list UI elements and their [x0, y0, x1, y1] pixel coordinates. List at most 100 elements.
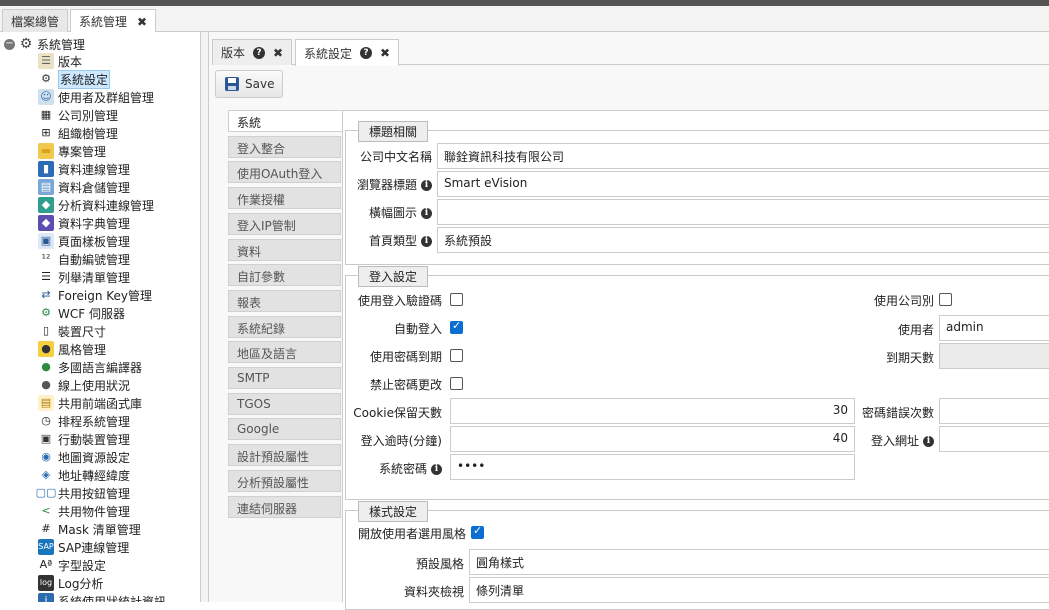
main-panel: 版本 ? ✖ 系統設定 ? ✖ Save 系統登入整合使用OAuth登入 作業授權…: [209, 32, 1049, 610]
auto-login-checkbox[interactable]: [450, 319, 463, 334]
tab-file-explorer[interactable]: 檔案總管: [2, 9, 69, 32]
tree-item[interactable]: ¹² 自動編號管理: [38, 250, 130, 268]
company-name-field[interactable]: 聯銓資訊科技有限公司: [437, 143, 1049, 169]
settings-tab[interactable]: 登入整合: [228, 135, 341, 158]
device-icon: ▯: [42, 324, 50, 337]
tree-item[interactable]: ☰ 列舉清單管理: [38, 268, 130, 286]
pwd-expire-checkbox[interactable]: [450, 349, 463, 362]
tree-item[interactable]: ◷ 排程系統管理: [38, 412, 130, 430]
tree-item[interactable]: ▤ 資料倉儲管理: [38, 178, 130, 196]
user-field[interactable]: admin: [939, 315, 1049, 341]
tree-item[interactable]: ▮ 資料連線管理: [38, 160, 130, 178]
tree-item[interactable]: ▤ 共用前端函式庫: [38, 394, 142, 412]
tab-label: 系統管理: [79, 15, 128, 29]
info-icon[interactable]: i: [421, 180, 432, 191]
tree-item[interactable]: ☺ 使用者及群組管理: [38, 88, 154, 106]
tree-item[interactable]: Aª 字型設定: [38, 556, 106, 574]
tree-item[interactable]: ⇄ Foreign Key管理: [38, 286, 152, 304]
settings-tab[interactable]: 連結伺服器: [228, 495, 341, 518]
settings-tab[interactable]: 地區及語言: [228, 341, 341, 364]
tree-item[interactable]: ◈ 地址轉經緯度: [38, 466, 130, 484]
settings-tab[interactable]: 登入IP管制: [228, 212, 341, 235]
tree-item[interactable]: ▯ 裝置尺寸: [38, 322, 106, 340]
tree-item[interactable]: ◉ 地圖資源設定: [38, 448, 130, 466]
tree-item[interactable]: ◆ 分析資料連線管理: [38, 196, 154, 214]
settings-tab[interactable]: 自訂參數: [228, 264, 341, 287]
tree-item[interactable]: < 共用物件管理: [38, 502, 130, 520]
tree-item[interactable]: ◆ 資料字典管理: [38, 214, 130, 232]
section-legend: 樣式設定: [358, 501, 429, 522]
tree-item-label: Log分析: [58, 576, 104, 591]
settings-tab[interactable]: 設計預設屬性: [228, 444, 341, 467]
title-section: 標題相關 公司中文名稱 聯銓資訊科技有限公司 瀏覽器標題 i Smart eVis…: [345, 121, 1049, 265]
tree-item[interactable]: ⊞ 組織樹管理: [38, 124, 118, 142]
sidebar-scrollbar[interactable]: [201, 32, 209, 602]
tree-item[interactable]: ▣ 頁面樣板管理: [38, 232, 130, 250]
info-icon[interactable]: i: [421, 208, 432, 219]
settings-tab[interactable]: 分析預設屬性: [228, 469, 341, 492]
tree-item[interactable]: ▬ 專案管理: [38, 142, 106, 160]
tree-item[interactable]: ● 線上使用狀況: [38, 376, 130, 394]
tree-item[interactable]: ⚙ 系統設定: [38, 69, 111, 89]
close-icon[interactable]: ✖: [380, 46, 390, 60]
cookie-days-field[interactable]: 30: [450, 398, 855, 424]
close-icon[interactable]: ✖: [137, 15, 147, 29]
homepage-type-select[interactable]: 系統預設: [437, 227, 1049, 253]
login-url-field[interactable]: [939, 426, 1049, 452]
settings-tab[interactable]: 使用OAuth登入: [228, 161, 341, 184]
tab-system-management[interactable]: 系統管理 ✖: [70, 9, 157, 33]
settings-tab[interactable]: 作業授權: [228, 187, 341, 210]
collapse-icon[interactable]: −: [4, 38, 15, 50]
style-section: 樣式設定 開放使用者選用風格 預設風格 圓角樣式 資料夾檢視 條列清單: [345, 501, 1049, 610]
browser-title-field[interactable]: Smart eVision: [437, 171, 1049, 197]
tree-item[interactable]: ⚙ WCF 伺服器: [38, 304, 125, 322]
settings-tab[interactable]: TGOS: [228, 392, 341, 415]
tree-item[interactable]: log Log分析: [38, 574, 103, 592]
tree-root[interactable]: − ⚙ 系統管理: [4, 36, 85, 52]
tree-item[interactable]: SAP SAP連線管理: [38, 538, 129, 556]
help-icon[interactable]: ?: [360, 47, 373, 59]
tree-item[interactable]: i 系統使用狀統計資訊: [38, 592, 166, 602]
use-company-checkbox[interactable]: [939, 293, 952, 306]
tree-item[interactable]: ▢▢ 共用按鈕管理: [36, 484, 130, 502]
settings-tab[interactable]: 系統紀錄: [228, 315, 341, 338]
tree-item-label: 裝置尺寸: [58, 324, 107, 339]
org-tree-icon: ⊞: [41, 126, 51, 139]
tree-item[interactable]: ☰ 版本: [38, 52, 82, 70]
tree-item[interactable]: ▣ 行動裝置管理: [38, 430, 130, 448]
settings-tab[interactable]: 報表: [228, 289, 341, 312]
open-user-style-checkbox[interactable]: [471, 524, 484, 539]
tab-system-settings[interactable]: 系統設定 ? ✖: [295, 39, 400, 66]
expire-days-field[interactable]: [939, 343, 1049, 369]
tree-item[interactable]: ● 風格管理: [38, 340, 106, 358]
folder-view-select[interactable]: 條列清單: [469, 577, 1049, 603]
sap-icon: SAP: [38, 539, 54, 555]
default-style-select[interactable]: 圓角樣式: [469, 549, 1049, 575]
no-pwd-change-checkbox[interactable]: [450, 377, 463, 390]
banner-icon-field[interactable]: [437, 199, 1049, 225]
login-timeout-field[interactable]: 40: [450, 426, 855, 452]
pwd-error-count-field[interactable]: [939, 398, 1049, 424]
tree-item-label: 風格管理: [58, 342, 107, 357]
help-icon[interactable]: ?: [253, 46, 266, 59]
settings-tab[interactable]: 資料: [228, 238, 341, 261]
use-company-label: 使用公司別: [873, 294, 934, 308]
tab-version[interactable]: 版本 ? ✖: [212, 39, 293, 65]
info-icon[interactable]: i: [421, 236, 432, 247]
folder-view-label: 資料夾檢視: [403, 585, 464, 599]
tree-item-label: 分析資料連線管理: [58, 198, 155, 213]
tree-item[interactable]: # Mask 清單管理: [38, 520, 141, 538]
gear-icon: ⚙: [19, 36, 33, 52]
map-icon: ◉: [41, 450, 51, 463]
save-button[interactable]: Save: [215, 70, 283, 98]
tree-item[interactable]: ▦ 公司別管理: [38, 106, 118, 124]
system-password-field[interactable]: ••••: [450, 454, 855, 480]
captcha-checkbox[interactable]: [450, 293, 463, 306]
info-icon[interactable]: i: [923, 436, 934, 447]
settings-tab[interactable]: 系統: [228, 110, 343, 132]
close-icon[interactable]: ✖: [273, 46, 283, 60]
settings-tab[interactable]: SMTP: [228, 367, 341, 389]
tree-item[interactable]: ● 多國語言編譯器: [38, 358, 142, 376]
settings-tab[interactable]: Google: [228, 418, 341, 441]
info-icon[interactable]: i: [431, 464, 442, 475]
